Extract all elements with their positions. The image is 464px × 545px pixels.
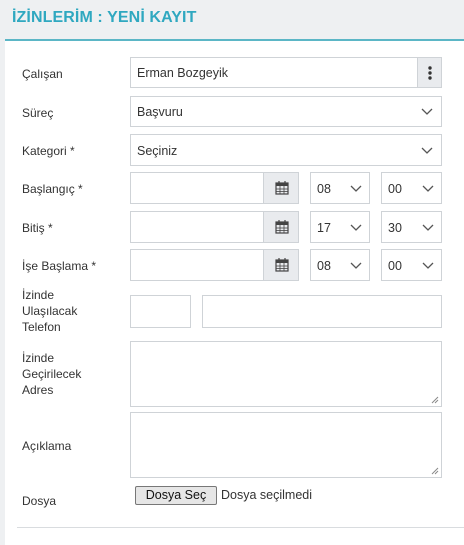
- calendar-icon: [275, 258, 289, 272]
- start-hour-value: 08: [317, 182, 331, 196]
- address-textarea[interactable]: [130, 341, 442, 407]
- choose-file-button[interactable]: Dosya Seç: [135, 486, 217, 505]
- description-textarea[interactable]: [130, 412, 442, 478]
- chevron-down-icon: [422, 224, 434, 231]
- return-minute-select[interactable]: 00: [381, 249, 442, 281]
- return-date-input[interactable]: [130, 249, 264, 281]
- form-divider: [17, 527, 464, 528]
- start-minute-select[interactable]: 00: [381, 172, 442, 204]
- start-hour-select[interactable]: 08: [310, 172, 370, 204]
- process-label: Süreç: [22, 106, 54, 120]
- chevron-down-icon: [422, 262, 434, 269]
- chevron-down-icon: [350, 262, 362, 269]
- start-date-picker-button[interactable]: [263, 172, 299, 204]
- chevron-down-icon: [422, 185, 434, 192]
- category-select[interactable]: Seçiniz: [130, 134, 442, 166]
- resize-handle-icon[interactable]: [431, 467, 439, 475]
- kebab-menu-icon: [428, 66, 432, 80]
- return-hour-value: 08: [317, 259, 331, 273]
- calendar-icon: [275, 220, 289, 234]
- end-minute-value: 30: [388, 221, 402, 235]
- address-label: İzinde Geçirilecek Adres: [22, 350, 81, 398]
- category-label: Kategori *: [22, 144, 75, 158]
- employee-menu-button[interactable]: [417, 57, 442, 88]
- file-status: Dosya seçilmedi: [221, 488, 313, 502]
- chevron-down-icon: [421, 147, 433, 154]
- process-value: Başvuru: [137, 105, 183, 119]
- phone-number-input[interactable]: [202, 295, 442, 328]
- end-hour-value: 17: [317, 221, 331, 235]
- address-label-line: Adres: [22, 383, 54, 397]
- end-date-picker-button[interactable]: [263, 211, 299, 243]
- address-label-line: İzinde: [22, 351, 55, 365]
- return-date-picker-button[interactable]: [263, 249, 299, 281]
- return-minute-value: 00: [388, 259, 402, 273]
- return-hour-select[interactable]: 08: [310, 249, 370, 281]
- chevron-down-icon: [421, 108, 433, 115]
- phone-label-line: Ulaşılacak: [22, 304, 78, 318]
- resize-handle-icon[interactable]: [431, 396, 439, 404]
- end-label: Bitiş *: [22, 221, 53, 235]
- category-value: Seçiniz: [137, 144, 178, 158]
- description-label: Açıklama: [22, 439, 72, 453]
- chevron-down-icon: [350, 185, 362, 192]
- end-hour-select[interactable]: 17: [310, 211, 370, 243]
- file-label: Dosya: [22, 494, 57, 508]
- phone-label-line: Telefon: [22, 320, 61, 334]
- end-date-input[interactable]: [130, 211, 264, 243]
- start-label: Başlangıç *: [22, 182, 83, 196]
- process-select[interactable]: Başvuru: [130, 96, 442, 127]
- page-title: İZİNLERİM : YENİ KAYIT: [12, 9, 197, 26]
- address-label-line: Geçirilecek: [22, 367, 82, 381]
- employee-value: Erman Bozgeyik: [137, 66, 229, 80]
- phone-code-input[interactable]: [130, 295, 191, 328]
- phone-label-line: İzinde: [22, 288, 55, 302]
- employee-label: Çalışan: [22, 67, 63, 81]
- phone-label: İzinde Ulaşılacak Telefon: [22, 287, 77, 335]
- calendar-icon: [275, 181, 289, 195]
- end-minute-select[interactable]: 30: [381, 211, 442, 243]
- start-date-input[interactable]: [130, 172, 264, 204]
- start-minute-value: 00: [388, 182, 402, 196]
- employee-field[interactable]: Erman Bozgeyik: [130, 57, 418, 88]
- chevron-down-icon: [350, 224, 362, 231]
- return-label: İşe Başlama *: [22, 259, 97, 273]
